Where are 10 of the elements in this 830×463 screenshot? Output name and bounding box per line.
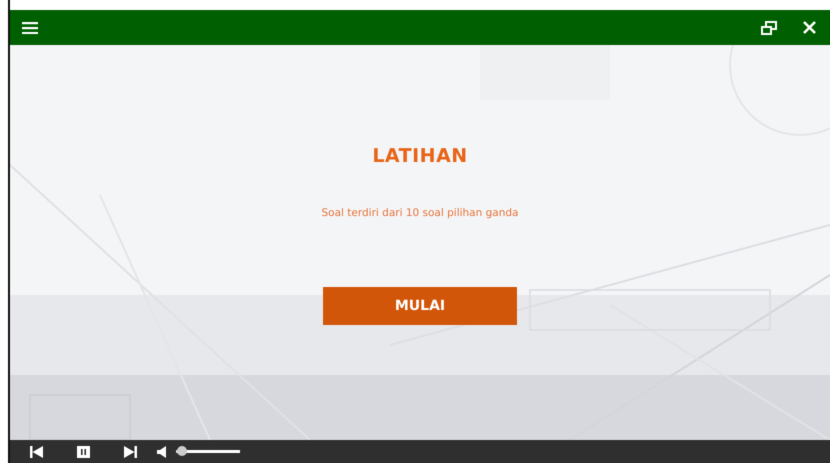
speaker-icon[interactable] <box>157 446 166 458</box>
restore-icon[interactable] <box>761 20 777 34</box>
skip-forward-icon[interactable] <box>124 446 137 458</box>
menu-icon[interactable] <box>22 22 38 34</box>
pause-icon[interactable] <box>77 446 90 458</box>
page-title: LATIHAN <box>372 145 468 167</box>
skip-back-icon[interactable] <box>30 446 43 458</box>
close-icon[interactable] <box>803 21 816 34</box>
start-button[interactable]: MULAI <box>323 287 517 325</box>
description-text: Soal terdiri dari 10 soal pilihan ganda <box>322 207 518 219</box>
